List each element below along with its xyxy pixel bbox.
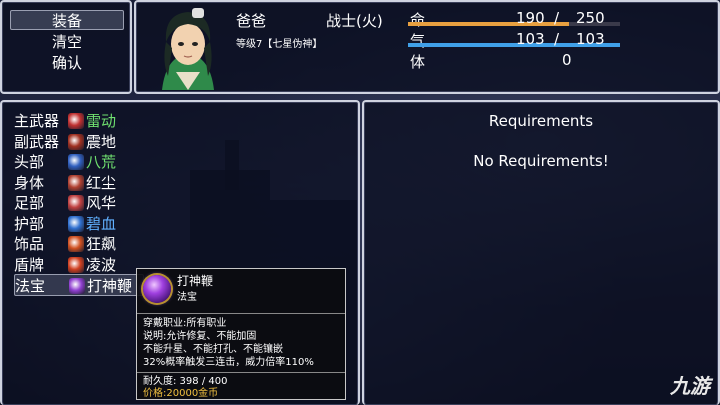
- equipment-item-icon: [69, 278, 85, 294]
- mp-label: 气: [410, 32, 426, 50]
- item-tooltip: 打神鞭 法宝 穿戴职业:所有职业 说明:允许修复、不能加固 不能升星、不能打孔、…: [136, 268, 346, 400]
- hp-label: 命: [410, 11, 426, 29]
- mp-max: 103: [576, 30, 605, 48]
- equipment-slot[interactable]: 饰品 狂飙: [14, 233, 144, 255]
- slot-item-name: 红尘: [86, 173, 117, 192]
- slot-label: 主武器: [14, 112, 60, 130]
- mp-current: 103: [516, 30, 545, 48]
- tooltip-price: 价格:20000金币: [143, 388, 219, 399]
- slot-item-name: 狂飙: [86, 235, 117, 253]
- watermark-text: 九游: [670, 374, 710, 398]
- slot-label: 头部: [14, 153, 45, 171]
- equipment-slot[interactable]: 盾牌 凌波: [14, 254, 144, 276]
- equipment-item-icon: [68, 113, 84, 129]
- status-window: 爸爸 战士(火) 等级7【七星伪神】 命 190 / 250 气 103 / 1…: [134, 0, 720, 94]
- requirements-window: Requirements No Requirements!: [362, 100, 720, 405]
- slot-label: 法宝: [15, 277, 46, 295]
- equipment-item-icon: [68, 236, 84, 252]
- tooltip-divider: [137, 313, 345, 314]
- equipment-slot[interactable]: 法宝 打神鞭: [14, 274, 144, 296]
- slot-label: 足部: [14, 194, 45, 212]
- tooltip-divider: [137, 372, 345, 373]
- equipment-item-icon: [68, 174, 84, 191]
- command-equip[interactable]: 装备: [10, 10, 124, 30]
- slot-item-name: 打神鞭: [87, 277, 133, 295]
- watermark-logo: 九游: [670, 370, 710, 399]
- slot-label: 身体: [14, 173, 45, 192]
- equipment-slot[interactable]: 身体 红尘: [14, 172, 144, 194]
- requirements-message: No Requirements!: [473, 152, 609, 170]
- equipment-item-icon: [68, 256, 84, 273]
- slot-label: 盾牌: [14, 255, 45, 274]
- slot-label: 护部: [14, 214, 45, 233]
- requirements-title: Requirements: [488, 112, 594, 130]
- slot-item-name: 雷动: [86, 112, 117, 130]
- slot-item-name: 震地: [86, 132, 117, 151]
- hp-max: 250: [576, 9, 605, 27]
- tooltip-line: 说明:允许修复、不能加固: [143, 331, 257, 342]
- slot-label: 饰品: [14, 235, 45, 253]
- equipment-slot[interactable]: 头部 八荒: [14, 151, 144, 173]
- slot-item-name: 风华: [86, 194, 117, 212]
- actor-level: 等级7【七星伪神】: [236, 39, 323, 50]
- command-window: 装备 清空 确认: [0, 0, 132, 94]
- slot-item-name: 八荒: [86, 153, 117, 171]
- tooltip-item-name: 打神鞭: [177, 274, 214, 288]
- equipment-item-icon: [68, 154, 84, 170]
- tooltip-line: 不能升星、不能打孔、不能镶嵌: [143, 344, 283, 355]
- actor-name: 爸爸: [236, 12, 267, 30]
- hp-gauge-fill: [408, 22, 570, 26]
- stamina-label: 体: [410, 53, 426, 71]
- tooltip-item-type: 法宝: [177, 292, 197, 303]
- equipment-slot[interactable]: 护部 碧血: [14, 213, 144, 235]
- equipment-slot[interactable]: 主武器 雷动: [14, 110, 144, 132]
- equipment-item-icon: [68, 133, 84, 150]
- command-confirm[interactable]: 确认: [10, 53, 124, 73]
- actor-class: 战士(火): [326, 12, 383, 30]
- equipment-slot[interactable]: 足部 风华: [14, 192, 144, 214]
- hp-current: 190: [516, 9, 545, 27]
- tooltip-line: 32%概率触发三连击，威力倍率110%: [143, 357, 314, 368]
- equipment-slot[interactable]: 副武器 震地: [14, 131, 144, 153]
- equipment-item-icon: [68, 195, 84, 211]
- stamina-value: 0: [562, 51, 572, 69]
- mp-separator: /: [554, 30, 560, 48]
- hp-separator: /: [554, 9, 560, 27]
- equipment-item-icon: [68, 215, 84, 232]
- tooltip-line: 穿戴职业:所有职业: [143, 318, 227, 329]
- item-orb-icon: [143, 275, 171, 303]
- command-clear[interactable]: 清空: [10, 32, 124, 52]
- actor-portrait: [162, 8, 214, 90]
- slot-item-name: 碧血: [86, 214, 117, 233]
- slot-item-name: 凌波: [86, 255, 117, 274]
- slot-label: 副武器: [14, 132, 60, 151]
